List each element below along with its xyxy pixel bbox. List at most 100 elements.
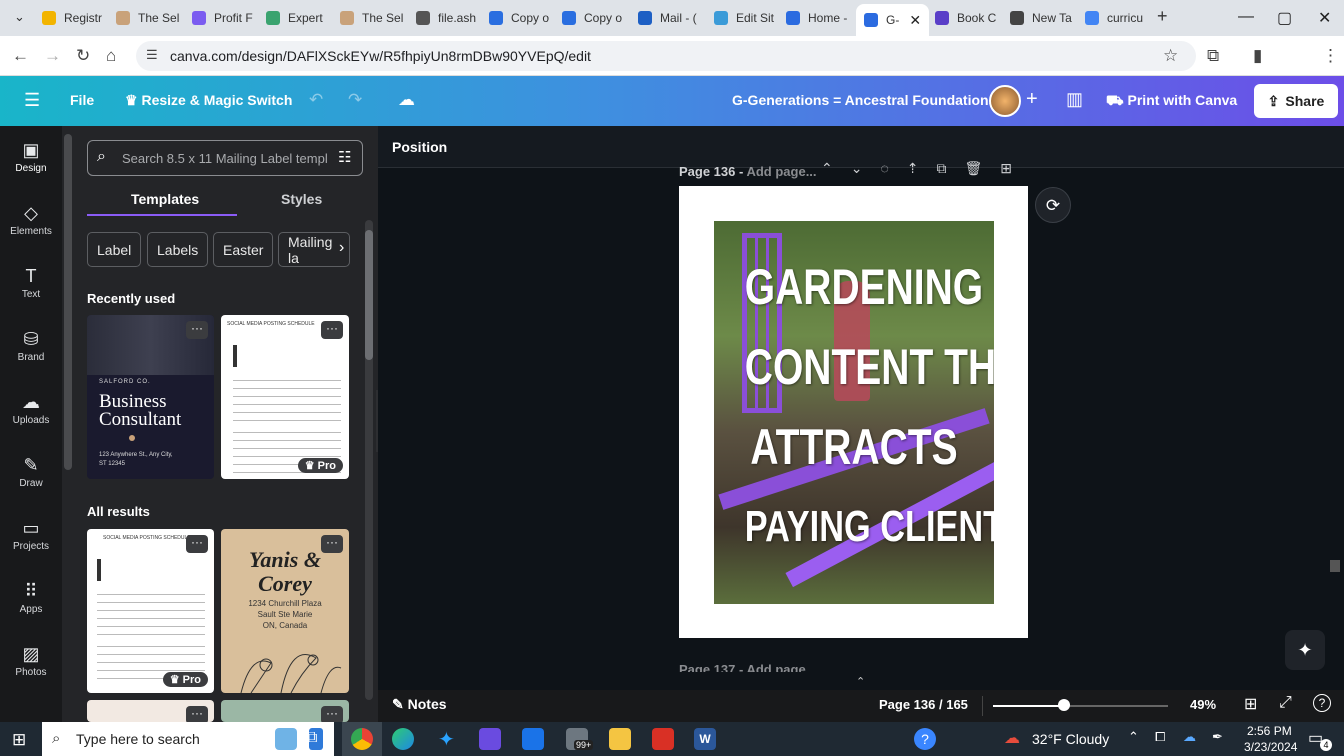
panel-scrollbar-thumb[interactable] [365, 230, 373, 360]
tab-templates[interactable]: Templates [131, 191, 199, 207]
browser-tab[interactable]: curricu [1085, 6, 1143, 30]
file-explorer-icon[interactable] [609, 728, 631, 750]
taskbar-search-placeholder[interactable]: Type here to search [76, 731, 200, 747]
browser-tab[interactable]: Edit Sit [714, 6, 774, 30]
rail-item-elements[interactable]: ◇ Elements [0, 203, 62, 237]
extensions-icon[interactable]: ⧉ [1207, 46, 1219, 66]
page-137-label[interactable]: Page 137 - Add page... [679, 662, 817, 672]
browser-tab[interactable]: Profit F [192, 6, 253, 30]
taskbar-help-icon[interactable]: ? [914, 728, 936, 750]
undo-icon[interactable]: ↶ [309, 90, 323, 110]
browser-tab[interactable]: Registr [42, 6, 102, 30]
next-page-add-title[interactable]: Add page... [746, 662, 816, 672]
template-partial-2[interactable]: ··· [221, 700, 349, 722]
home-icon[interactable]: ⌂ [106, 46, 116, 66]
rail-item-apps[interactable]: ⠿ Apps [0, 581, 62, 615]
task-view-icon[interactable]: ⧉ [306, 729, 317, 747]
new-tab-plus-icon[interactable]: + [1157, 6, 1168, 27]
more-options-icon[interactable]: ··· [321, 706, 343, 722]
comment-add-icon[interactable]: ⟳ [1035, 187, 1071, 223]
rail-item-draw[interactable]: ✎ Draw [0, 455, 62, 489]
site-info-icon[interactable]: ☰ [146, 47, 158, 63]
url-field[interactable]: ☰ canva.com/design/DAFlXSckEYw/R5fhpiyUn… [136, 41, 1196, 71]
close-window-icon[interactable]: ✕ [1318, 8, 1331, 28]
browser-tab[interactable]: Mail - ( [638, 6, 697, 30]
template-yanis-corey[interactable]: Yanis & Corey 1234 Churchill Plaza Sault… [221, 529, 349, 693]
more-options-icon[interactable]: ··· [321, 321, 343, 339]
main-menu-icon[interactable]: ☰ [24, 90, 40, 111]
url-text[interactable]: canva.com/design/DAFlXSckEYw/R5fhpiyUn8r… [170, 48, 591, 64]
tab-styles[interactable]: Styles [281, 191, 322, 207]
tab-close-icon[interactable]: ✕ [909, 12, 921, 29]
bookmark-star-icon[interactable]: ☆ [1163, 46, 1178, 66]
print-with-canva-button[interactable]: ⛟ Print with Canva [1106, 92, 1237, 111]
more-options-icon[interactable]: ··· [186, 535, 208, 553]
rail-item-design[interactable]: ▣ Design [0, 140, 62, 174]
forward-arrow-icon[interactable]: → [44, 46, 61, 66]
pen-icon[interactable]: ✒ [1212, 729, 1223, 745]
slide-text-line[interactable]: CONTENT THAT [745, 337, 994, 397]
insights-chart-icon[interactable]: ▥ [1066, 89, 1083, 110]
rail-item-photos[interactable]: ▨ Photos [0, 644, 62, 678]
acrobat-icon[interactable] [652, 728, 674, 750]
maximize-icon[interactable]: ▢ [1277, 8, 1292, 28]
filter-chip[interactable]: Labels [147, 232, 209, 267]
reload-icon[interactable]: ↻ [76, 46, 90, 66]
grid-view-icon[interactable]: ⊞ [1244, 694, 1257, 714]
rail-item-text[interactable]: T Text [0, 266, 62, 300]
rail-scrollbar-thumb[interactable] [64, 134, 72, 470]
browser-tab[interactable]: Home - [786, 6, 847, 30]
back-arrow-icon[interactable]: ← [12, 46, 29, 66]
position-button[interactable]: Position [392, 139, 447, 155]
browser-tab[interactable]: Book C [935, 6, 996, 30]
document-title[interactable]: G-Generations = Ancestral Foundations [732, 92, 996, 108]
filter-chip[interactable]: Label [87, 232, 142, 267]
file-menu-button[interactable]: File [70, 92, 94, 108]
vscode-icon[interactable]: ✦ [438, 727, 455, 752]
browser-tab[interactable]: Expert [266, 6, 323, 30]
word-icon[interactable]: W [694, 728, 716, 750]
template-social-schedule-result[interactable]: SOCIAL MEDIA POSTING SCHEDULE ··· ♛ Pro [87, 529, 214, 693]
help-icon[interactable]: ? [1313, 694, 1331, 712]
browser-tab[interactable]: G- ✕ [856, 4, 930, 36]
slide-text-line[interactable]: PAYING CLIENTS [745, 497, 994, 557]
store-icon[interactable] [522, 728, 544, 750]
page-actions-icons[interactable]: ⌃⌄◌⇡⧉🗑⊞ [821, 160, 1030, 177]
rail-item-brand[interactable]: ⛁ Brand [0, 329, 62, 363]
canvas-scroll-thumb[interactable] [1330, 560, 1340, 572]
template-social-schedule[interactable]: SOCIAL MEDIA POSTING SCHEDULE ··· ♛ Pro [221, 315, 349, 479]
rail-item-uploads[interactable]: ☁ Uploads [0, 392, 62, 426]
browser-tab[interactable]: The Sel [340, 6, 403, 30]
zoom-level[interactable]: 49% [1190, 697, 1216, 712]
browser-tab[interactable]: file.ash [416, 6, 476, 30]
share-button[interactable]: ⇪ Share [1254, 84, 1338, 118]
search-placeholder[interactable]: Search 8.5 x 11 Mailing Label templ [122, 151, 328, 166]
notes-button[interactable]: ✎ Notes [392, 696, 447, 713]
minimize-icon[interactable]: — [1238, 8, 1254, 26]
browser-tab[interactable]: The Sel [116, 6, 179, 30]
template-business-consultant[interactable]: ··· SALFORD CO. Business Consultant 123 … [87, 315, 214, 479]
rail-item-projects[interactable]: ▭ Projects [0, 518, 62, 552]
zoom-slider-handle[interactable] [1058, 699, 1070, 711]
clock-time[interactable]: 2:56 PM [1247, 724, 1292, 738]
add-collaborator-plus-icon[interactable]: + [1026, 88, 1038, 111]
page-136-label[interactable]: Page 136 - Add page... [679, 164, 817, 179]
panel-scrollbar[interactable] [365, 220, 373, 700]
more-options-icon[interactable]: ··· [186, 321, 208, 339]
app-purple-icon[interactable] [479, 728, 501, 750]
design-page[interactable]: GARDENING CONTENT THAT ATTRACTS PAYING CLIE… [679, 186, 1028, 638]
weather-text[interactable]: 32°F Cloudy [1032, 731, 1109, 747]
magic-sparkle-icon[interactable]: ✦ [1285, 630, 1325, 670]
sidebar-icon[interactable]: ▮ [1253, 46, 1262, 66]
template-partial-1[interactable]: ··· [87, 700, 214, 722]
chips-next-chevron-icon[interactable]: › [339, 239, 344, 257]
chrome-taskbar-active[interactable] [342, 722, 382, 756]
slide-text-line[interactable]: GARDENING [745, 257, 983, 317]
taskbar-search-input[interactable]: ⌕ Type here to search [42, 722, 334, 756]
tray-chevron-icon[interactable]: ⌃ [1128, 729, 1139, 745]
onedrive-cloud-icon[interactable]: ☁ [1183, 729, 1196, 745]
edge-icon[interactable] [392, 728, 414, 750]
expand-pages-chevron-icon[interactable]: ⌃ [856, 675, 865, 688]
browser-tab[interactable]: New Ta [1010, 6, 1072, 30]
more-options-icon[interactable]: ··· [186, 706, 208, 722]
